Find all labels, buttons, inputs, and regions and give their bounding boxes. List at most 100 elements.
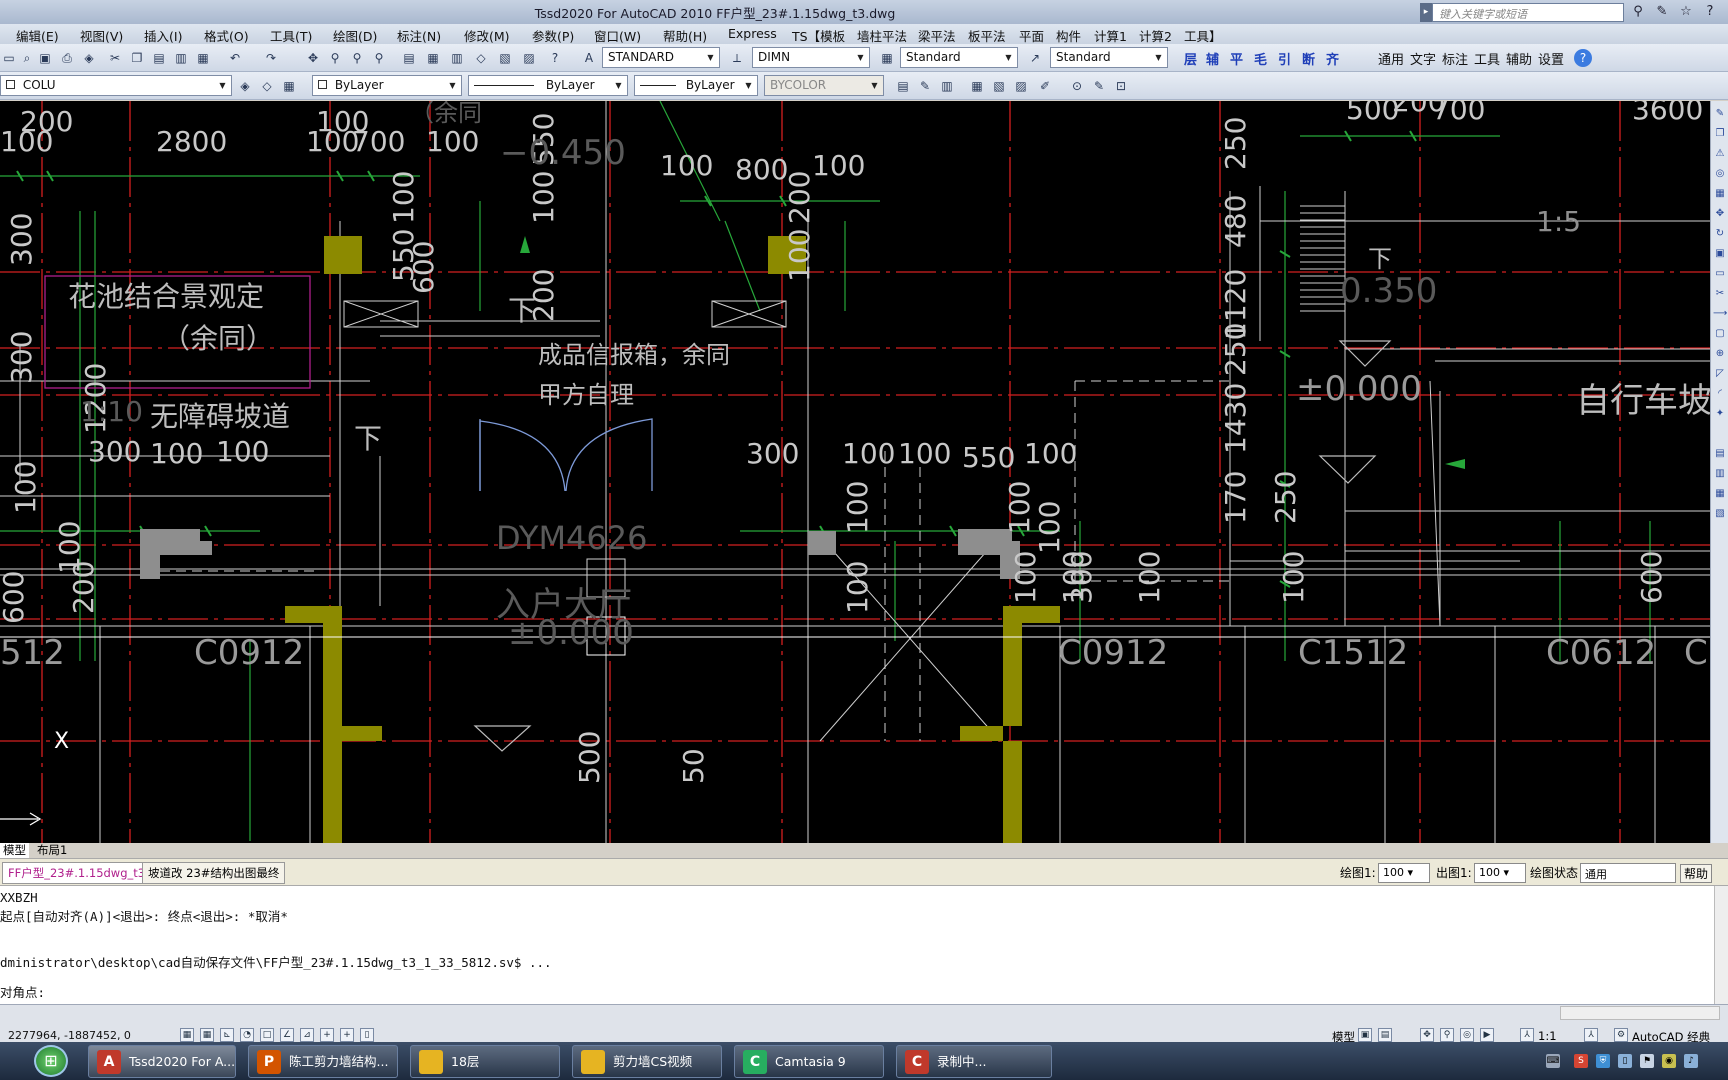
tool-d-icon[interactable]: ▧ <box>1713 507 1727 521</box>
make-current-layer-icon[interactable]: ◈ <box>236 77 254 95</box>
multileader-style-combo[interactable]: Standard ▼ <box>1050 47 1168 68</box>
pan-status-icon[interactable]: ✥ <box>1420 1028 1434 1042</box>
layer-previous-icon[interactable]: ◇ <box>258 77 276 95</box>
move-icon[interactable]: ✥ <box>1713 207 1727 221</box>
state-combo[interactable]: 通用 <box>1580 863 1676 883</box>
extend-icon[interactable]: ⟶ <box>1713 307 1727 321</box>
tssd-tool-8-icon[interactable]: ⊙ <box>1068 77 1086 95</box>
task-folder-video[interactable]: 剪力墙CS视频 <box>572 1045 722 1078</box>
network-icon[interactable]: ▯ <box>1618 1054 1632 1068</box>
command-scrollbar[interactable] <box>1714 886 1728 1004</box>
linetype-combo[interactable]: ByLayer ▼ <box>468 75 628 96</box>
tssd-tool-2-icon[interactable]: ✎ <box>916 77 934 95</box>
menu-parameters[interactable]: 参数(P) <box>532 26 574 45</box>
menu-wall-column[interactable]: 墙柱平法 <box>857 26 907 45</box>
search-expand-icon[interactable]: ▸ <box>1420 3 1432 22</box>
tray-app-icon[interactable]: ◉ <box>1662 1054 1676 1068</box>
command-window[interactable]: XXBZH 起点[自动对齐(A)]<退出>: 终点<退出>: *取消* dmin… <box>0 886 1728 1004</box>
otrack-icon[interactable]: ∠ <box>280 1028 294 1042</box>
dyn-icon[interactable]: + <box>320 1028 334 1042</box>
markup-icon[interactable]: ▧ <box>496 49 514 67</box>
tssd-menu-tools[interactable]: 工具 <box>1474 49 1500 68</box>
lineweight-combo[interactable]: ByLayer ▼ <box>634 75 758 96</box>
ducs-icon[interactable]: ⊿ <box>300 1028 314 1042</box>
tssd-tool-4-icon[interactable]: ▦ <box>968 77 986 95</box>
tssd-tool-9-icon[interactable]: ✎ <box>1090 77 1108 95</box>
tssd-break-tool[interactable]: 断 <box>1302 49 1315 68</box>
doctab-current[interactable]: FF户型_23#.1.15dwg_t3 <box>2 862 152 884</box>
join-icon[interactable]: ⊕ <box>1713 347 1727 361</box>
layer-combo[interactable]: COLU ▼ <box>0 75 232 96</box>
dim-style-icon[interactable]: ⟂ <box>728 49 746 67</box>
trim-icon[interactable]: ✂ <box>1713 287 1727 301</box>
task-powerpoint[interactable]: P 陈工剪力墙结构... <box>248 1045 398 1078</box>
tab-layout1[interactable]: 布局1 <box>34 843 70 858</box>
table-style-combo[interactable]: Standard ▼ <box>900 47 1018 68</box>
task-recording[interactable]: C 录制中... <box>896 1045 1052 1078</box>
dim-style-combo[interactable]: DIMN ▼ <box>752 47 870 68</box>
menu-calc2[interactable]: 计算2 <box>1139 26 1172 45</box>
zoom-realtime-icon[interactable]: ⚲ <box>326 49 344 67</box>
star-icon[interactable]: ☆ <box>1676 3 1696 21</box>
menu-tools-ts[interactable]: 工具】 <box>1184 26 1222 45</box>
tool-b-icon[interactable]: ▥ <box>1713 467 1727 481</box>
tssd-hair-tool[interactable]: 毛 <box>1254 49 1267 68</box>
tssd-tool-1-icon[interactable]: ▤ <box>894 77 912 95</box>
zoom-status-icon[interactable]: ⚲ <box>1440 1028 1454 1042</box>
tab-model[interactable]: 模型 <box>0 843 29 858</box>
drawing-canvas[interactable]: 200 100 2800 100 100 700 100 500 200 700… <box>0 101 1710 843</box>
calculator-icon[interactable]: ▨ <box>520 49 538 67</box>
properties-icon[interactable]: ▤ <box>400 49 418 67</box>
tool-a-icon[interactable]: ▤ <box>1713 447 1727 461</box>
annotation-visibility-icon[interactable]: ⅄ <box>1584 1028 1598 1042</box>
qp-icon[interactable]: ▯ <box>360 1028 374 1042</box>
menu-edit[interactable]: 编辑(E) <box>16 26 59 45</box>
scale-icon[interactable]: ▣ <box>1713 247 1727 261</box>
color-combo[interactable]: ByLayer ▼ <box>312 75 462 96</box>
pan-icon[interactable]: ✥ <box>304 49 322 67</box>
explode-icon[interactable]: ✦ <box>1713 407 1727 421</box>
doctab-other[interactable]: 坡道改 23#结构出图最终 <box>142 862 286 884</box>
publish-icon[interactable]: ◈ <box>80 49 98 67</box>
tssd-tool-6-icon[interactable]: ▨ <box>1012 77 1030 95</box>
tssd-tool-7-icon[interactable]: ✐ <box>1036 77 1054 95</box>
steering-wheel-icon[interactable]: ◎ <box>1460 1028 1474 1042</box>
mirror-icon[interactable]: ⚠ <box>1713 147 1727 161</box>
flag-icon[interactable]: ⚑ <box>1640 1054 1654 1068</box>
zoom-window-icon[interactable]: ⚲ <box>348 49 366 67</box>
save-icon[interactable]: ▣ <box>36 49 54 67</box>
tssd-menu-settings[interactable]: 设置 <box>1538 49 1564 68</box>
text-style-icon[interactable]: A <box>580 49 598 67</box>
quick-view-layouts-icon[interactable]: ▣ <box>1358 1028 1372 1042</box>
ortho-icon[interactable]: ⊾ <box>220 1028 234 1042</box>
plot-scale-combo[interactable]: 100 ▾ <box>1474 863 1526 883</box>
tool-c-icon[interactable]: ▦ <box>1713 487 1727 501</box>
binoculars-icon[interactable]: ⚲ <box>1628 3 1648 21</box>
tssd-align-tool[interactable]: 齐 <box>1326 49 1339 68</box>
menu-help[interactable]: 帮助(H) <box>663 26 707 45</box>
menu-draw[interactable]: 绘图(D) <box>333 26 377 45</box>
undo-icon[interactable]: ↶ <box>226 49 244 67</box>
polar-icon[interactable]: ◔ <box>240 1028 254 1042</box>
offset-icon[interactable]: ◎ <box>1713 167 1727 181</box>
match-properties-icon[interactable]: ▥ <box>172 49 190 67</box>
rotate-icon[interactable]: ↻ <box>1713 227 1727 241</box>
grid-icon[interactable]: ▦ <box>200 1028 214 1042</box>
table-style-icon[interactable]: ▦ <box>878 49 896 67</box>
tssd-menu-text[interactable]: 文字 <box>1410 49 1436 68</box>
tssd-tool-5-icon[interactable]: ▧ <box>990 77 1008 95</box>
copy-object-icon[interactable]: ❐ <box>1713 127 1727 141</box>
security-icon[interactable]: ⛨ <box>1596 1054 1610 1068</box>
workspace-icon[interactable]: ⚙ <box>1614 1028 1628 1042</box>
layer-states-icon[interactable]: ▦ <box>280 77 298 95</box>
tssd-menu-general[interactable]: 通用 <box>1378 49 1404 68</box>
task-camtasia[interactable]: C Camtasia 9 <box>734 1045 884 1078</box>
menu-tools[interactable]: 工具(T) <box>270 26 312 45</box>
draw-scale-combo[interactable]: 100 ▾ <box>1378 863 1430 883</box>
menu-ts-template[interactable]: TS【模板 <box>792 26 845 45</box>
cut-icon[interactable]: ✂ <box>106 49 124 67</box>
menu-calc1[interactable]: 计算1 <box>1094 26 1127 45</box>
tssd-aux-tool[interactable]: 辅 <box>1206 49 1219 68</box>
tssd-tool-3-icon[interactable]: ▥ <box>938 77 956 95</box>
open-icon[interactable]: ⌕ <box>18 49 36 67</box>
